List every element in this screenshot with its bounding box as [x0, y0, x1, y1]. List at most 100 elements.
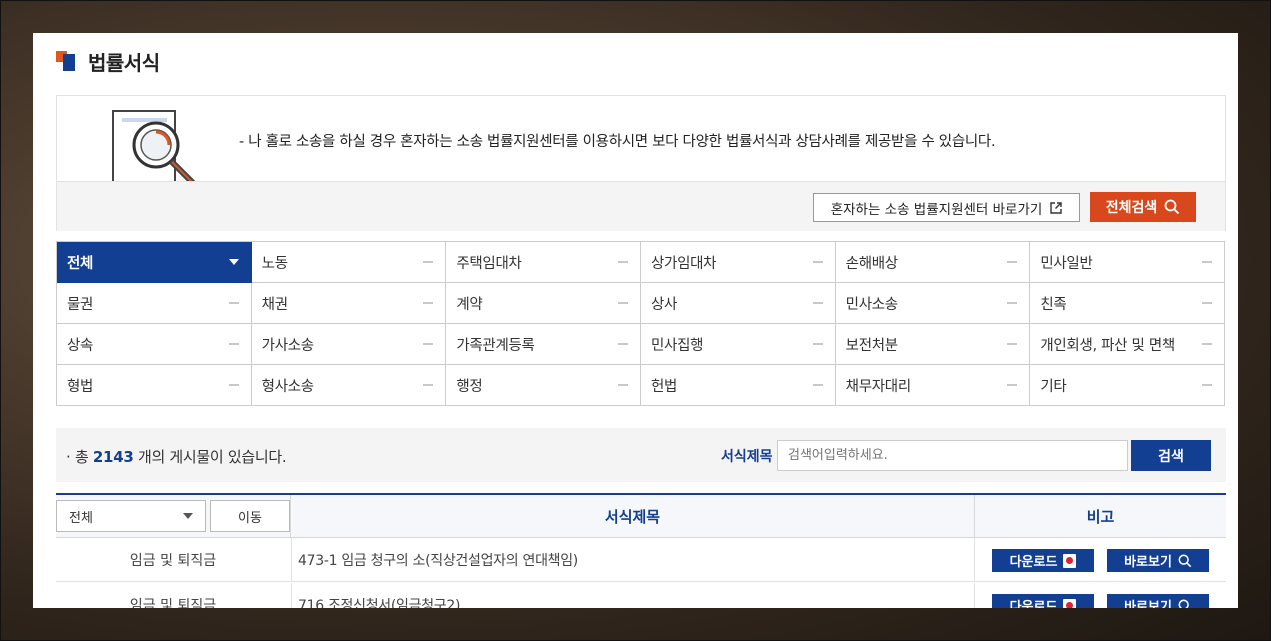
view-label: 바로보기 — [1124, 600, 1172, 608]
category-other[interactable]: 기타 — [1030, 365, 1225, 406]
category-label: 전체 — [67, 255, 94, 272]
minus-icon — [812, 343, 823, 345]
move-button-label: 이동 — [238, 510, 262, 526]
category-housing-lease[interactable]: 주택임대차 — [446, 242, 641, 283]
minus-icon — [812, 261, 823, 263]
row-category: 임금 및 퇴직금 — [129, 598, 217, 608]
category-select[interactable]: 전체 — [56, 500, 206, 532]
category-criminal-law[interactable]: 형법 — [57, 365, 252, 406]
category-administrative[interactable]: 행정 — [446, 365, 641, 406]
search-bar: · 총 2143 개의 게시물이 있습니다. 서식제목 검색 — [56, 428, 1226, 482]
category-all[interactable]: 전체 — [57, 242, 252, 283]
search-all-label: 전체검색 — [1105, 200, 1158, 216]
legal-center-link-label: 혼자하는 소송 법률지원센터 바로가기 — [830, 201, 1043, 218]
minus-icon — [1202, 261, 1212, 263]
view-label: 바로보기 — [1124, 555, 1172, 570]
category-label: 민사집행 — [651, 337, 704, 354]
category-property-rights[interactable]: 물권 — [57, 283, 252, 324]
category-debtor-agent[interactable]: 채무자대리 — [835, 365, 1031, 406]
category-family-litigation[interactable]: 가사소송 — [251, 324, 447, 365]
category-label: 가족관계등록 — [456, 337, 535, 354]
minus-icon — [423, 261, 434, 263]
view-button[interactable]: 바로보기 — [1107, 549, 1209, 572]
category-label: 물권 — [67, 296, 94, 313]
count-suffix: 개의 게시물이 있습니다. — [137, 448, 287, 466]
search-label: 서식제목 — [721, 449, 773, 465]
post-count: 2143 — [92, 448, 134, 466]
category-label: 상가임대차 — [651, 255, 717, 272]
minus-icon — [1202, 343, 1212, 345]
external-link-icon — [1050, 201, 1062, 214]
category-label: 형사소송 — [261, 378, 314, 395]
minus-icon — [812, 384, 823, 386]
post-count-text: · 총 2143 개의 게시물이 있습니다. — [66, 448, 287, 466]
category-commercial[interactable]: 상사 — [641, 283, 836, 324]
category-label: 친족 — [1040, 296, 1067, 313]
download-button[interactable]: 다운로드 — [992, 549, 1094, 572]
count-prefix: 총 — [74, 448, 89, 466]
download-label: 다운로드 — [1009, 600, 1058, 608]
title-mark-icon — [56, 51, 76, 71]
move-button[interactable]: 이동 — [210, 500, 290, 532]
category-label: 노동 — [261, 255, 288, 272]
table-row: 임금 및 퇴직금 473-1 임금 청구의 소(직상건설업자의 연대책임) 다운… — [56, 538, 1226, 582]
category-inheritance[interactable]: 상속 — [57, 324, 252, 365]
category-label: 상속 — [67, 337, 94, 354]
category-family-registry[interactable]: 가족관계등록 — [446, 324, 641, 365]
table-header: 전체 이동 서식제목 비고 — [56, 495, 1226, 538]
minus-icon — [1202, 302, 1212, 304]
category-commercial-lease[interactable]: 상가임대차 — [641, 242, 836, 283]
minus-icon — [618, 384, 628, 386]
category-select-value: 전체 — [69, 510, 93, 526]
minus-icon — [1007, 302, 1018, 304]
category-grid: 전체 노동 주택임대차 상가임대차 손해배상 민사일반 물권 채권 계약 상사 … — [56, 241, 1225, 406]
minus-icon — [228, 343, 239, 345]
category-label: 채권 — [261, 296, 288, 313]
category-label: 개인회생, 파산 및 면책 — [1040, 337, 1175, 354]
minus-icon — [228, 384, 239, 386]
category-contract[interactable]: 계약 — [446, 283, 641, 324]
minus-icon — [1007, 343, 1018, 345]
view-button[interactable]: 바로보기 — [1107, 594, 1209, 608]
page-header: 법률서식 — [56, 47, 160, 75]
category-label: 계약 — [456, 296, 483, 313]
category-preservation[interactable]: 보전처분 — [835, 324, 1031, 365]
legal-center-link-button[interactable]: 혼자하는 소송 법률지원센터 바로가기 — [813, 193, 1080, 222]
search-button[interactable]: 검색 — [1131, 440, 1211, 471]
header-form-title: 서식제목 — [604, 508, 661, 526]
download-label: 다운로드 — [1009, 555, 1058, 570]
category-label: 가사소송 — [261, 337, 314, 354]
minus-icon — [812, 302, 823, 304]
category-claims[interactable]: 채권 — [251, 283, 447, 324]
category-label: 보전처분 — [845, 337, 898, 354]
header-note: 비고 — [1086, 508, 1115, 526]
minus-icon — [423, 384, 434, 386]
category-label: 형법 — [67, 378, 94, 395]
category-label: 손해배상 — [845, 255, 898, 272]
category-constitution[interactable]: 헌법 — [641, 365, 836, 406]
row-title-link[interactable]: 473-1 임금 청구의 소(직상건설업자의 연대책임) — [291, 538, 974, 582]
minus-icon — [618, 261, 628, 263]
category-label: 행정 — [456, 378, 483, 395]
category-civil-litigation[interactable]: 민사소송 — [835, 283, 1031, 324]
download-button[interactable]: 다운로드 — [992, 594, 1094, 608]
search-icon — [1178, 554, 1192, 567]
minus-icon — [423, 343, 434, 345]
search-all-button[interactable]: 전체검색 — [1090, 192, 1196, 222]
category-civil-general[interactable]: 민사일반 — [1030, 242, 1225, 283]
minus-icon — [228, 302, 239, 304]
minus-icon — [1007, 261, 1018, 263]
category-rehabilitation-bankruptcy[interactable]: 개인회생, 파산 및 면책 — [1030, 324, 1225, 365]
category-civil-execution[interactable]: 민사집행 — [641, 324, 836, 365]
row-actions: 다운로드 바로보기 — [974, 538, 1226, 582]
category-criminal-procedure[interactable]: 형사소송 — [251, 365, 447, 406]
category-relatives[interactable]: 친족 — [1030, 283, 1225, 324]
row-title-link[interactable]: 716 조정신청서(임금청구2) — [291, 583, 974, 608]
category-labor[interactable]: 노동 — [251, 242, 447, 283]
info-text: - 나 홀로 소송을 하실 경우 혼자하는 소송 법률지원센터를 이용하시면 보… — [239, 134, 996, 150]
category-label: 기타 — [1040, 378, 1067, 395]
category-damages[interactable]: 손해배상 — [835, 242, 1031, 283]
search-icon — [1178, 599, 1189, 608]
search-input[interactable] — [777, 440, 1128, 471]
category-label: 주택임대차 — [456, 255, 522, 272]
